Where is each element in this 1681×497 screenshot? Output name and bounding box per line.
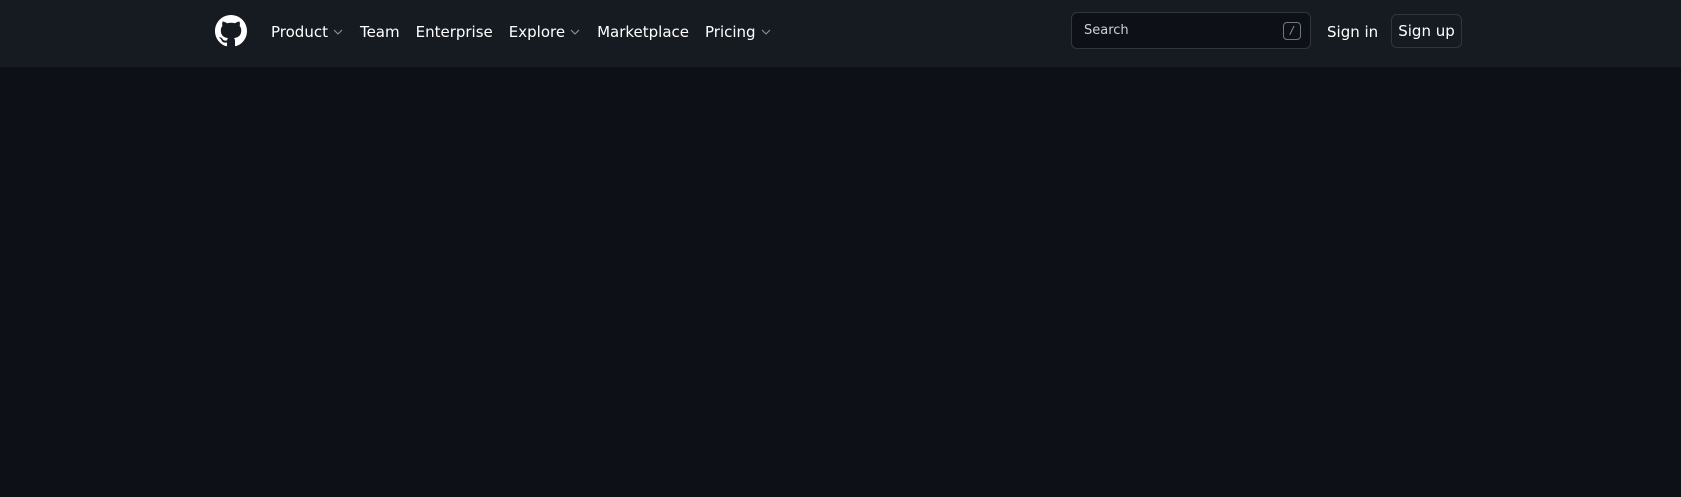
nav-product-label: Product [271, 22, 328, 41]
search-box[interactable]: / [1071, 12, 1311, 49]
nav-enterprise-label: Enterprise [415, 22, 493, 41]
nav-explore-label: Explore [508, 22, 566, 41]
main-content [0, 67, 1681, 497]
nav-pricing[interactable]: Pricing [705, 23, 772, 41]
nav-product[interactable]: Product [271, 23, 344, 41]
chevron-down-icon [569, 26, 581, 38]
nav-team-label: Team [359, 22, 400, 41]
github-mark-icon [215, 15, 247, 47]
nav-team[interactable]: Team [360, 23, 400, 41]
main-nav: Product Team Enterprise Explore Marketpl… [271, 0, 788, 63]
sign-up-button[interactable]: Sign up [1391, 14, 1462, 48]
nav-pricing-label: Pricing [705, 22, 756, 41]
chevron-down-icon [760, 26, 772, 38]
nav-marketplace[interactable]: Marketplace [597, 23, 689, 41]
search-input[interactable] [1072, 13, 1283, 48]
github-logo-link[interactable] [215, 15, 247, 47]
nav-enterprise[interactable]: Enterprise [416, 23, 493, 41]
site-header: Product Team Enterprise Explore Marketpl… [0, 0, 1681, 67]
chevron-down-icon [332, 26, 344, 38]
search-shortcut-key: / [1283, 21, 1301, 40]
nav-marketplace-label: Marketplace [597, 22, 689, 41]
nav-explore[interactable]: Explore [509, 23, 581, 41]
sign-in-link[interactable]: Sign in [1327, 0, 1378, 63]
